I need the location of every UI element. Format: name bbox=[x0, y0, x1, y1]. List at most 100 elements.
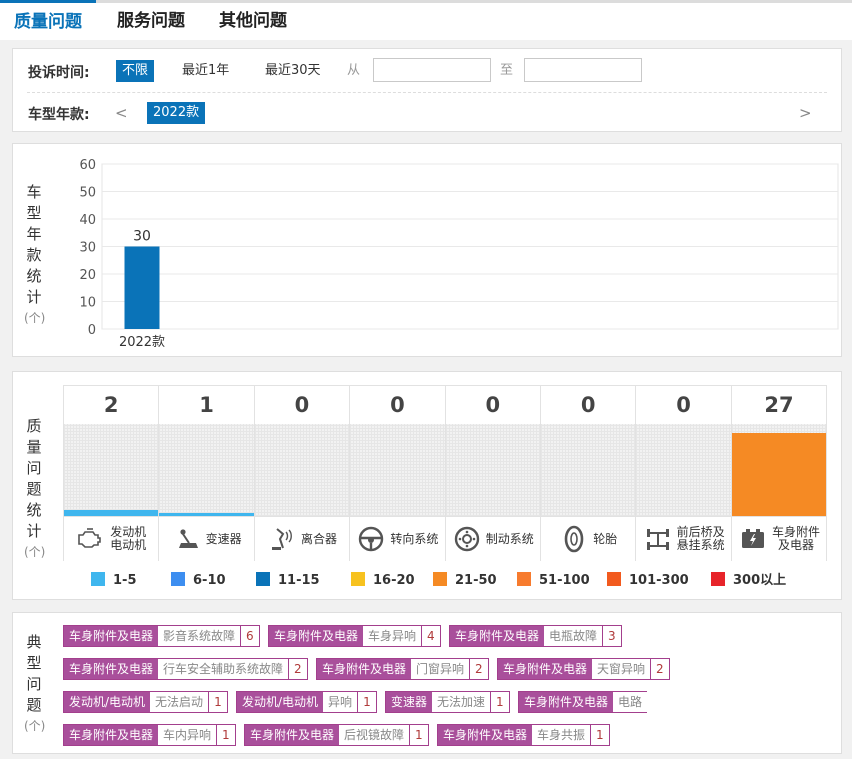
category-footer: 变速器 bbox=[159, 516, 254, 561]
y-tick-label: 50 bbox=[79, 186, 96, 201]
quality-category-battery[interactable]: 27 车身附件 及电器 bbox=[731, 386, 828, 561]
model-year-label: 车型年款: bbox=[28, 107, 90, 123]
issue-tag[interactable]: 车身附件及电器 影音系统故障 6 bbox=[63, 625, 260, 647]
quality-stats-label: 质 量 问 题 统 计 (个) bbox=[24, 417, 46, 559]
issue-tag[interactable]: 车身附件及电器 门窗异响 2 bbox=[316, 658, 489, 680]
legend-item: 6-10 bbox=[171, 572, 226, 590]
category-name: 制动系统 bbox=[485, 531, 534, 546]
issue-category: 车身附件及电器 bbox=[519, 692, 614, 712]
issue-tag[interactable]: 车身附件及电器 车身异响 4 bbox=[268, 625, 441, 647]
issue-name: 行车安全辅助系统故障 bbox=[163, 662, 284, 676]
category-bar-track bbox=[64, 424, 159, 516]
year-prev-arrow[interactable]: < bbox=[109, 102, 134, 124]
year-next-arrow[interactable]: > bbox=[793, 102, 818, 124]
overflow-fade bbox=[670, 690, 730, 718]
engine-icon bbox=[78, 528, 101, 548]
quality-category-engine[interactable]: 2 发动机 电动机 bbox=[64, 386, 160, 561]
legend-item: 101-300 bbox=[607, 572, 689, 590]
tab-bar: 质量问题 服务问题 其他问题 bbox=[0, 0, 852, 40]
issue-tag[interactable]: 车身附件及电器 车内异响 1 bbox=[63, 724, 236, 746]
category-footer: 前后桥及 悬挂系统 bbox=[636, 516, 731, 561]
clutch-pedal-icon bbox=[271, 528, 292, 550]
issue-name: 无法启动 bbox=[155, 695, 204, 709]
legend-item: 51-100 bbox=[517, 572, 590, 590]
quality-category-tire[interactable]: 0 轮胎 bbox=[541, 386, 637, 561]
y-tick-label: 60 bbox=[79, 158, 96, 173]
issue-category: 变速器 bbox=[386, 692, 433, 712]
issue-name: 天窗异响 bbox=[597, 662, 646, 676]
issue-tag[interactable]: 变速器 无法加速 1 bbox=[385, 691, 510, 713]
quality-category-clutch-pedal[interactable]: 0 离合器 bbox=[254, 386, 351, 561]
quality-category-gear-shift[interactable]: 1 变速器 bbox=[159, 386, 255, 561]
issue-name: 门窗异响 bbox=[416, 662, 465, 676]
issue-tag[interactable]: 车身附件及电器 电瓶故障 3 bbox=[449, 625, 622, 647]
category-footer: 离合器 bbox=[254, 516, 350, 561]
model-year-chart-panel: 车 型 年 款 统 计 (个) 0 10 20 30 40 50 60 30 2022款 bbox=[12, 143, 842, 357]
gear-shift-icon bbox=[178, 529, 198, 548]
date-from-input[interactable] bbox=[373, 58, 491, 82]
category-footer: 车身附件 及电器 bbox=[731, 516, 827, 561]
year-option-2022[interactable]: 2022款 bbox=[147, 102, 206, 124]
issue-count: 1 bbox=[357, 692, 376, 712]
category-name: 轮胎 bbox=[593, 531, 618, 546]
category-count: 0 bbox=[445, 386, 540, 425]
issue-tag[interactable]: 车身附件及电器 车身共振 1 bbox=[437, 724, 610, 746]
category-name: 转向系统 bbox=[390, 531, 439, 546]
category-name: 发动机 电动机 bbox=[110, 525, 147, 552]
category-bar-track bbox=[350, 424, 445, 516]
issue-count: 1 bbox=[490, 692, 509, 712]
legend-label: 11-15 bbox=[278, 573, 320, 588]
issue-tag[interactable]: 车身附件及电器 后视镜故障 1 bbox=[244, 724, 429, 746]
time-option-last-year[interactable]: 最近1年 bbox=[176, 60, 235, 82]
issue-name: 电瓶故障 bbox=[549, 629, 598, 643]
legend-item: 300以上 bbox=[711, 572, 786, 590]
issue-count: 6 bbox=[240, 626, 259, 646]
issue-category: 发动机/电动机 bbox=[237, 692, 324, 712]
steering-wheel-icon bbox=[359, 526, 384, 552]
category-bar-track bbox=[636, 424, 731, 516]
bar-data-label: 30 bbox=[133, 229, 151, 245]
issue-category: 车身附件及电器 bbox=[317, 659, 412, 679]
tab-quality-issues[interactable]: 质量问题 bbox=[0, 0, 96, 43]
legend-swatch bbox=[517, 572, 531, 586]
y-tick-label: 40 bbox=[79, 213, 96, 228]
issue-name: 车身共振 bbox=[537, 728, 586, 742]
x-tick-label: 2022款 bbox=[119, 335, 165, 350]
bar[interactable] bbox=[124, 246, 160, 330]
category-bar-track bbox=[254, 424, 350, 516]
category-bar-track bbox=[445, 424, 540, 516]
tab-other-issues[interactable]: 其他问题 bbox=[208, 3, 298, 40]
legend-label: 51-100 bbox=[539, 573, 590, 588]
y-tick-label: 30 bbox=[79, 241, 96, 256]
time-option-last-30-days[interactable]: 最近30天 bbox=[259, 60, 327, 82]
issue-tag[interactable]: 车身附件及电器 天窗异响 2 bbox=[497, 658, 670, 680]
issue-tag[interactable]: 发动机/电动机 异响 1 bbox=[236, 691, 377, 713]
y-tick-label: 0 bbox=[88, 323, 96, 338]
issue-tag[interactable]: 车身附件及电器 电路 bbox=[518, 691, 648, 713]
quality-category-axle-suspension[interactable]: 0 前后桥及 悬挂系统 bbox=[636, 386, 732, 561]
legend-item: 1-5 bbox=[91, 572, 137, 590]
date-to-input[interactable] bbox=[524, 58, 642, 82]
category-count: 0 bbox=[350, 386, 445, 425]
issue-count: 1 bbox=[208, 692, 227, 712]
legend-label: 16-20 bbox=[373, 573, 415, 588]
issue-name: 车内异响 bbox=[163, 728, 212, 742]
issue-tag[interactable]: 车身附件及电器 行车安全辅助系统故障 2 bbox=[63, 658, 308, 680]
severity-legend: 1-5 6-10 11-15 16-20 21-50 51-100 101-300 300以上 bbox=[91, 572, 831, 590]
legend-swatch bbox=[171, 572, 185, 586]
issue-name: 电路 bbox=[618, 695, 643, 709]
issue-category: 车身附件及电器 bbox=[64, 659, 159, 679]
issue-count: 2 bbox=[650, 659, 669, 679]
issue-name: 无法加速 bbox=[437, 695, 486, 709]
issue-category: 车身附件及电器 bbox=[450, 626, 545, 646]
tab-service-issues[interactable]: 服务问题 bbox=[106, 3, 196, 40]
quality-category-brake-disc[interactable]: 0 制动系统 bbox=[445, 386, 541, 561]
time-option-all[interactable]: 不限 bbox=[116, 60, 155, 82]
legend-item: 16-20 bbox=[351, 572, 415, 590]
model-year-stats-label: 车 型 年 款 统 计 (个) bbox=[24, 183, 46, 325]
quality-category-steering-wheel[interactable]: 0 转向系统 bbox=[350, 386, 446, 561]
legend-label: 101-300 bbox=[629, 573, 689, 588]
issue-tag[interactable]: 发动机/电动机 无法启动 1 bbox=[63, 691, 228, 713]
legend-swatch bbox=[433, 572, 447, 586]
legend-item: 11-15 bbox=[256, 572, 320, 590]
